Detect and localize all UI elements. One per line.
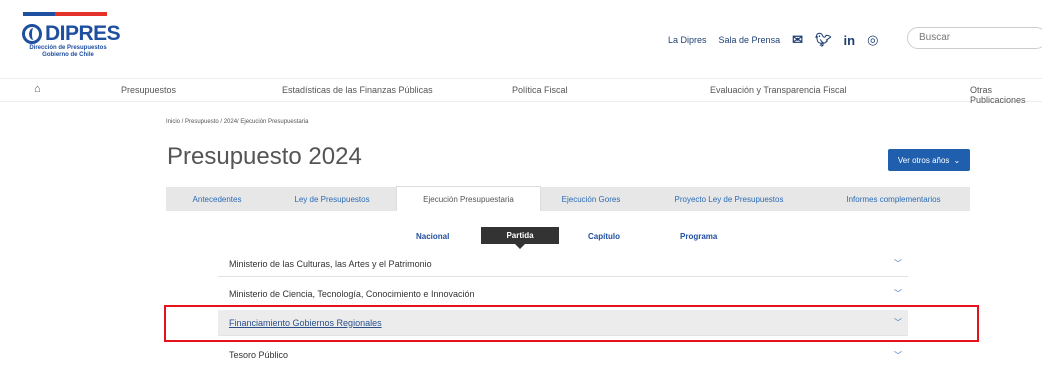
nav-politica-fiscal[interactable]: Política Fiscal xyxy=(512,85,568,95)
top-links: La Dipres Sala de Prensa ✉ 🐦︎ in ◎ xyxy=(668,32,890,48)
tab-bar: Antecedentes Ley de Presupuestos Ejecuci… xyxy=(166,186,970,211)
link-la-dipres[interactable]: La Dipres xyxy=(668,35,707,45)
twitter-icon[interactable]: 🐦︎ xyxy=(815,32,832,48)
logo-mark-icon xyxy=(22,24,42,44)
chevron-down-icon: ﹀ xyxy=(894,289,902,298)
subtab-capitulo[interactable]: Capítulo xyxy=(588,232,620,241)
search-input[interactable]: Buscar xyxy=(907,27,1042,49)
nav-estadisticas[interactable]: Estadísticas de las Finanzas Públicas xyxy=(282,85,433,95)
subtab-programa[interactable]: Programa xyxy=(680,232,717,241)
tab-ley-presupuestos[interactable]: Ley de Presupuestos xyxy=(268,187,396,211)
subtab-partida[interactable]: Partida xyxy=(481,227,559,249)
chevron-down-icon: ⌄ xyxy=(953,155,961,165)
breadcrumb[interactable]: Inicio / Presupuesto / 2024/ Ejecución P… xyxy=(166,119,308,125)
tab-proyecto-ley[interactable]: Proyecto Ley de Presupuestos xyxy=(641,187,817,211)
logo-text: DIPRES xyxy=(45,22,121,45)
tab-antecedentes[interactable]: Antecedentes xyxy=(166,187,268,211)
flag-bar xyxy=(23,12,107,16)
dipres-logo[interactable]: DIPRES xyxy=(22,22,121,46)
chevron-down-icon: ﹀ xyxy=(894,259,902,268)
tab-ejecucion-gores[interactable]: Ejecución Gores xyxy=(541,187,641,211)
page-title: Presupuesto 2024 xyxy=(167,143,362,170)
nav-otras-publicaciones[interactable]: Otras Publicaciones xyxy=(970,85,1042,105)
tab-ejecucion-presupuestaria[interactable]: Ejecución Presupuestaria xyxy=(396,186,541,211)
nav-evaluacion[interactable]: Evaluación y Transparencia Fiscal xyxy=(710,85,847,95)
chevron-down-icon: ﹀ xyxy=(894,350,902,360)
subtab-nacional[interactable]: Nacional xyxy=(416,232,449,241)
list-item[interactable]: Ministerio de las Culturas, las Artes y … xyxy=(218,251,908,277)
list-item[interactable]: Ministerio de Ciencia, Tecnología, Conoc… xyxy=(218,281,908,307)
list-item[interactable]: Tesoro Público ﹀ xyxy=(218,342,908,368)
main-nav: ⌂ Presupuestos Estadísticas de las Finan… xyxy=(0,78,1042,105)
highlight-box xyxy=(164,305,979,342)
nav-presupuestos[interactable]: Presupuestos xyxy=(121,85,176,95)
linkedin-icon[interactable]: in xyxy=(844,33,856,48)
other-years-button[interactable]: Ver otros años ⌄ xyxy=(888,149,970,171)
logo-subtitle: Dirección de Presupuestos Gobierno de Ch… xyxy=(29,45,107,58)
mail-icon[interactable]: ✉ xyxy=(792,32,803,48)
instagram-icon[interactable]: ◎ xyxy=(867,32,878,48)
tab-informes-complementarios[interactable]: Informes complementarios xyxy=(817,187,970,211)
link-sala-de-prensa[interactable]: Sala de Prensa xyxy=(719,35,781,45)
home-icon[interactable]: ⌂ xyxy=(34,83,41,95)
